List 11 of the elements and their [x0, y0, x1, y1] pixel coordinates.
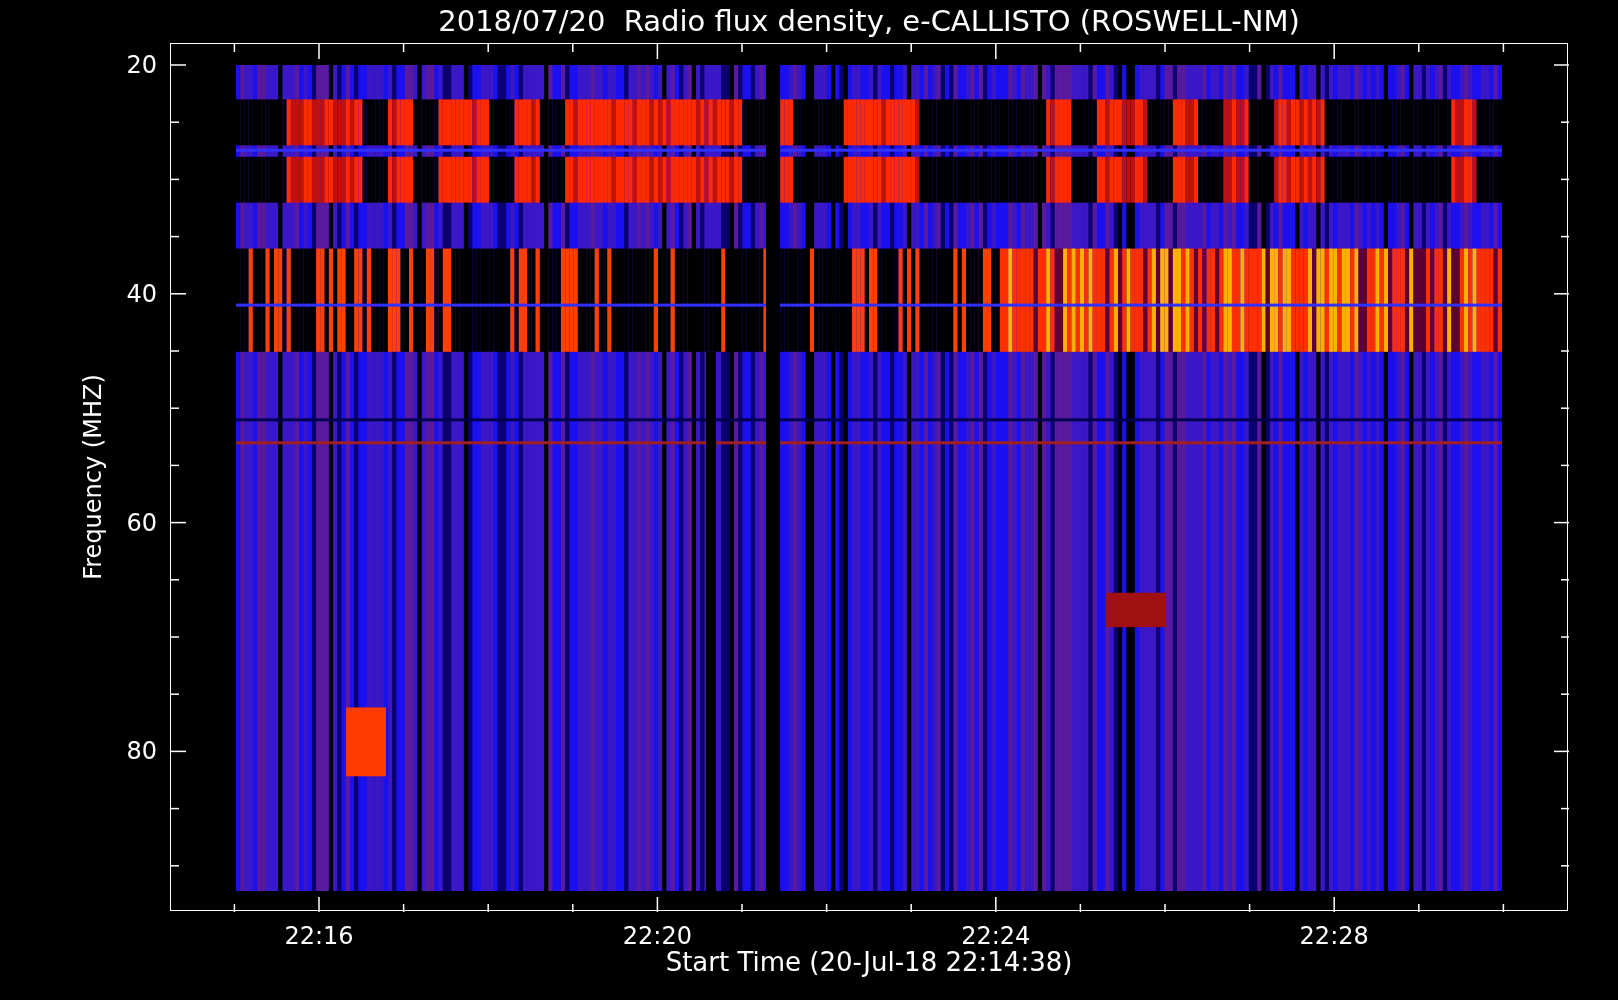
- chart-title: 2018/07/20 Radio flux density, e-CALLISTO (ROSWELL-NM): [438, 7, 1300, 36]
- x-tick-label: 22:28: [1299, 924, 1369, 948]
- x-tick-label: 22:20: [622, 924, 692, 948]
- x-tick-label: 22:24: [961, 924, 1031, 948]
- y-axis-label: Frequency (MHZ): [81, 374, 105, 580]
- y-tick-label: 80: [126, 739, 157, 764]
- y-tick-label: 20: [126, 53, 157, 77]
- y-tick-label: 40: [126, 281, 157, 306]
- y-tick-label: 60: [126, 510, 157, 535]
- x-tick-label: 22:16: [284, 924, 354, 948]
- x-axis-label: Start Time (20-Jul-18 22:14:38): [665, 949, 1073, 975]
